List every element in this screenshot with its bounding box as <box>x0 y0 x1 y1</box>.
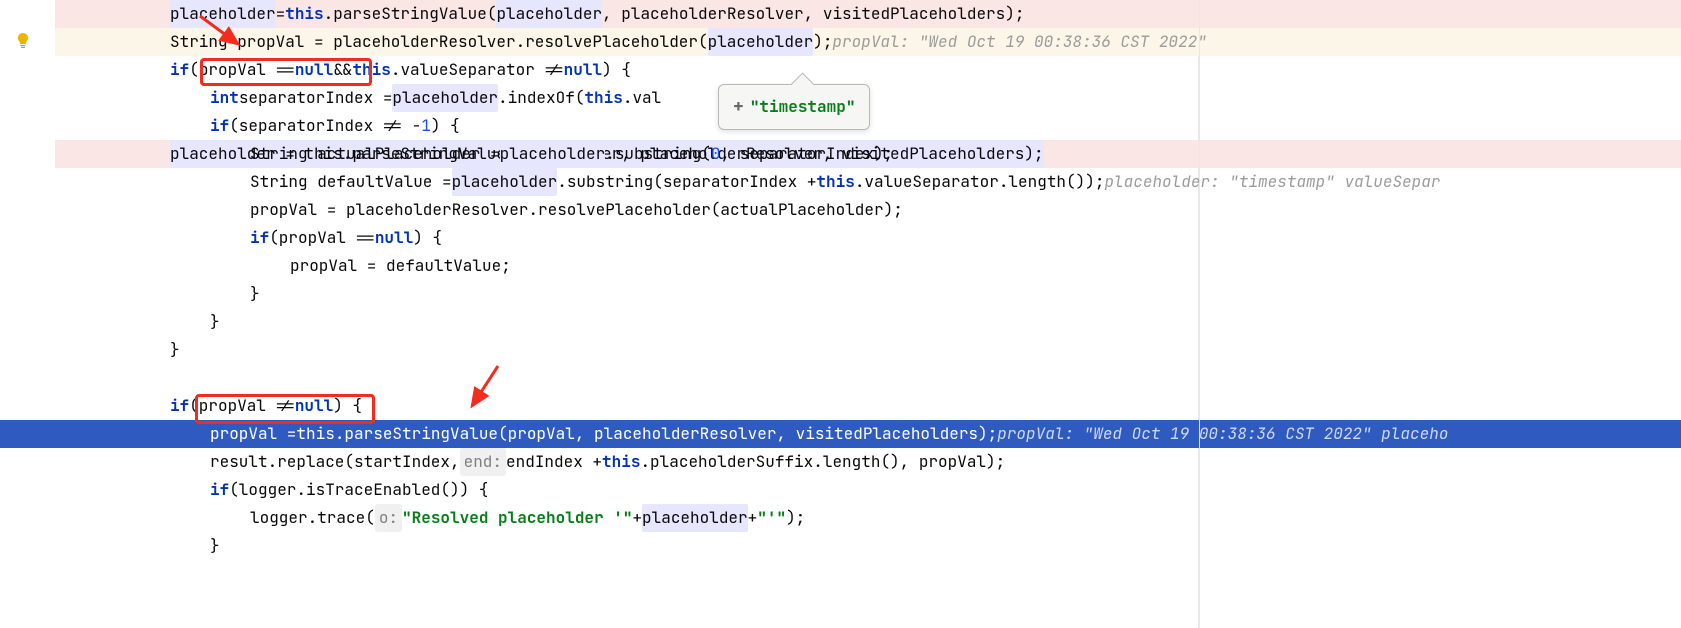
code-line[interactable] <box>55 364 1681 392</box>
tooltip-value: "timestamp" <box>750 93 856 121</box>
code-line[interactable]: result.replace(startIndex, end: endIndex… <box>55 448 1681 476</box>
ruler-line <box>1199 0 1200 628</box>
param-hint-o: o: <box>375 504 402 532</box>
code-line[interactable]: if (propVal == null && this.valueSeparat… <box>55 56 1681 84</box>
debug-tooltip[interactable]: + "timestamp" <box>718 84 870 130</box>
code-line[interactable]: if (propVal != null) { <box>55 392 1681 420</box>
intention-bulb-icon[interactable] <box>15 32 31 48</box>
code-line[interactable]: } <box>55 280 1681 308</box>
code-line[interactable]: propVal = defaultValue; <box>55 252 1681 280</box>
gutter <box>0 0 45 628</box>
code-line[interactable]: } <box>55 308 1681 336</box>
code-line[interactable]: String actualPlaceholder = placeholder.s… <box>55 140 1681 168</box>
execution-line[interactable]: propVal = this.parseStringValue(propVal,… <box>55 420 1681 448</box>
fold-strip <box>45 0 55 628</box>
param-hint-end: end: <box>460 448 506 476</box>
code-line[interactable]: String propVal = placeholderResolver.res… <box>55 28 1681 56</box>
code-line[interactable]: if (logger.isTraceEnabled()) { <box>55 476 1681 504</box>
code-lines: placeholder = this.parseStringValue(plac… <box>55 0 1681 560</box>
code-line[interactable]: logger.trace( o: "Resolved placeholder '… <box>55 504 1681 532</box>
code-line[interactable]: String defaultValue = placeholder.substr… <box>55 168 1681 196</box>
plus-icon: + <box>733 91 744 123</box>
code-line[interactable]: placeholder = this.parseStringValue(plac… <box>55 0 1681 28</box>
code-line[interactable]: } <box>55 532 1681 560</box>
code-line[interactable]: } <box>55 336 1681 364</box>
code-line[interactable]: if (propVal == null) { <box>55 224 1681 252</box>
code-line[interactable]: propVal = placeholderResolver.resolvePla… <box>55 196 1681 224</box>
